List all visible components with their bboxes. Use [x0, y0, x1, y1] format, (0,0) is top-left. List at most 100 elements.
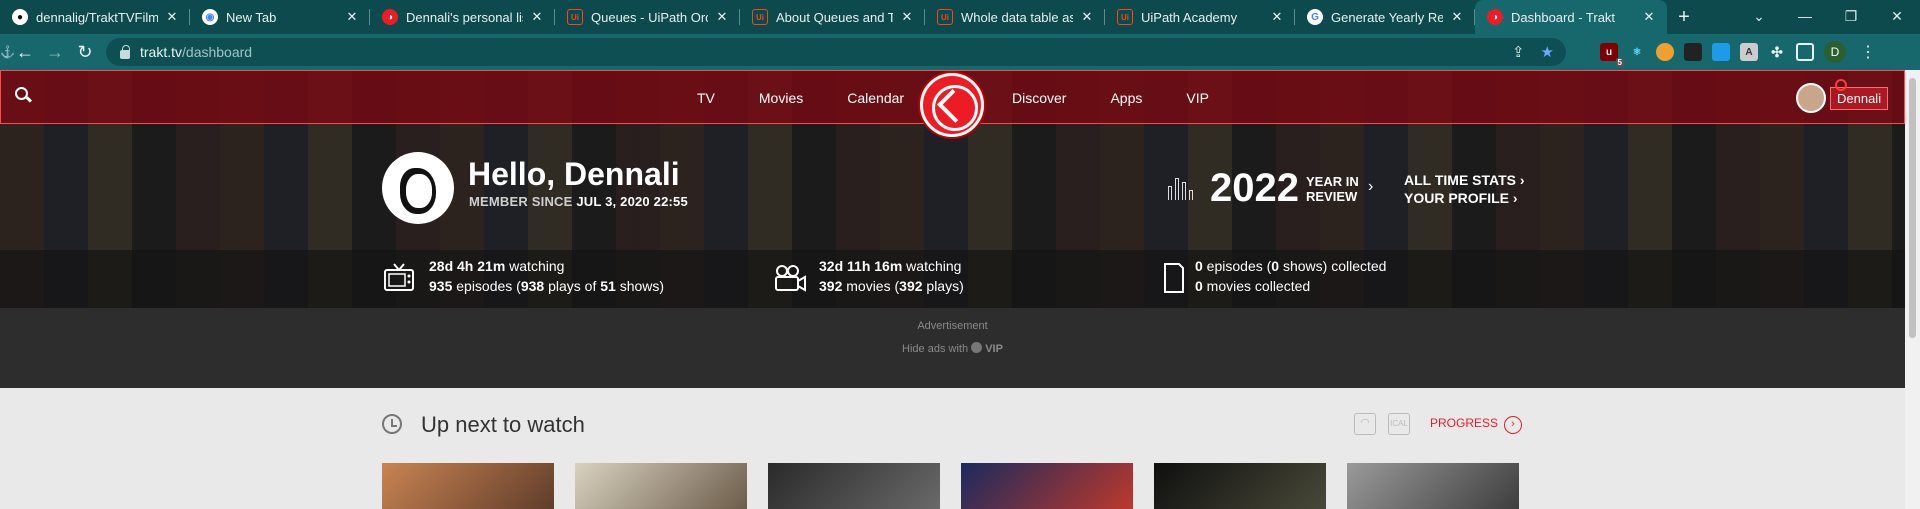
tv-show-count: 51 — [600, 278, 616, 294]
year-in-review-year[interactable]: 2022 — [1210, 166, 1299, 211]
profile-avatar-large[interactable] — [382, 152, 454, 224]
trakt-top-nav: TV Movies Calendar Discover Apps VIP Den… — [0, 70, 1905, 137]
nav-movies[interactable]: Movies — [759, 90, 803, 106]
nav-apps[interactable]: Apps — [1110, 90, 1142, 106]
extension-blue-icon[interactable] — [1712, 43, 1730, 61]
search-icon[interactable] — [15, 87, 28, 100]
tab-title: New Tab — [226, 9, 277, 25]
nav-vip[interactable]: VIP — [1186, 90, 1209, 106]
poster-card[interactable] — [1154, 463, 1326, 509]
ext-badge: 5 — [1615, 58, 1624, 67]
new-tab-button[interactable]: + — [1667, 0, 1701, 34]
restore-icon[interactable]: ❐ — [1828, 0, 1874, 34]
chrome-icon: ◉ — [202, 9, 218, 25]
tab-new-tab[interactable]: ◉ New Tab ✕ — [190, 0, 370, 34]
close-icon[interactable]: ✕ — [1641, 9, 1657, 25]
tab-search-icon[interactable]: ⌄ — [1736, 0, 1782, 34]
poster-card[interactable] — [575, 463, 747, 509]
member-since-label: MEMBER SINCE — [469, 194, 573, 209]
share-icon[interactable]: ⇪ — [1512, 43, 1525, 61]
movie-watch-time: 32d 11h 16m — [819, 258, 903, 274]
ical-icon[interactable]: ICAL — [1388, 413, 1410, 435]
forward-icon[interactable]: → — [40, 42, 70, 63]
tab-title: About Queues and Tra — [776, 9, 893, 25]
movie-camera-icon — [775, 265, 806, 292]
collected-movies: 0 — [1195, 278, 1203, 294]
close-icon[interactable]: ✕ — [1449, 9, 1465, 25]
reload-icon[interactable]: ↻ — [70, 42, 100, 63]
extension-orange-icon[interactable] — [1656, 43, 1674, 61]
browser-toolbar: ⚓ ← → ↻ trakt.tv/dashboard ⇪ ★ u5 ⚛ A ✣ … — [0, 34, 1920, 70]
up-next-posters — [382, 463, 1519, 509]
side-panel-icon[interactable] — [1796, 43, 1814, 61]
bar-chart-icon — [1168, 174, 1194, 200]
page-viewport: TV Movies Calendar Discover Apps VIP Den… — [0, 70, 1905, 509]
tv-icon — [384, 263, 414, 291]
poster-card[interactable] — [382, 463, 554, 509]
extension-hat-icon[interactable] — [1684, 43, 1702, 61]
tv-play-count: 938 — [520, 278, 545, 294]
uipath-icon: Ui — [752, 9, 768, 25]
tab-dashboard-trakt[interactable]: ◑ Dashboard - Trakt ✕ — [1475, 0, 1667, 34]
extensions-puzzle-icon[interactable]: ✣ — [1768, 43, 1786, 61]
tab-title: Dashboard - Trakt — [1511, 9, 1616, 25]
tab-uipath-academy[interactable]: Ui UiPath Academy ✕ — [1105, 0, 1295, 34]
bookmark-star-icon[interactable]: ★ — [1541, 43, 1554, 61]
close-icon[interactable]: ✕ — [714, 9, 730, 25]
page-scrollbar[interactable] — [1905, 70, 1920, 509]
poster-card[interactable] — [1347, 463, 1519, 509]
dashboard-hero: TV Movies Calendar Discover Apps VIP Den… — [0, 70, 1905, 308]
google-icon: G — [1307, 9, 1323, 25]
history-clock-icon — [382, 414, 402, 434]
close-icon[interactable]: ✕ — [899, 9, 915, 25]
close-icon[interactable]: ✕ — [1269, 9, 1285, 25]
extension-grey-icon[interactable]: A — [1740, 43, 1758, 61]
chevron-right-icon: › — [1368, 178, 1374, 195]
url-host: trakt.tv — [140, 44, 183, 60]
uipath-icon: Ui — [567, 9, 583, 25]
scrollbar-thumb[interactable] — [1909, 78, 1916, 338]
window-close-icon[interactable]: ✕ — [1874, 0, 1920, 34]
back-icon[interactable]: ← — [10, 42, 40, 63]
nav-discover[interactable]: Discover — [1012, 90, 1066, 106]
tab-title: Whole data table as si — [961, 9, 1073, 25]
poster-card[interactable] — [768, 463, 940, 509]
nav-tv[interactable]: TV — [697, 90, 715, 106]
year-in-review-link[interactable]: YEAR IN REVIEW — [1306, 174, 1359, 204]
greeting: Hello, Dennali — [468, 156, 680, 192]
ublock-icon[interactable]: u5 — [1600, 43, 1624, 67]
collected-episodes: 0 — [1195, 258, 1203, 274]
nav-calendar[interactable]: Calendar — [847, 90, 904, 106]
user-avatar[interactable] — [1796, 83, 1826, 113]
tab-github[interactable]: ● dennalig/TraktTVFilmF ✕ — [0, 0, 190, 34]
tab-personal-list[interactable]: ◑ Dennali's personal list ✕ — [370, 0, 555, 34]
poster-card[interactable] — [961, 463, 1133, 509]
tab-yearly-report[interactable]: G Generate Yearly Repor ✕ — [1295, 0, 1475, 34]
minimize-icon[interactable]: — — [1782, 0, 1828, 34]
browser-tab-bar: ● dennalig/TraktTVFilmF ✕ ◉ New Tab ✕ ◑ … — [0, 0, 1920, 34]
profile-avatar[interactable]: D — [1824, 41, 1846, 63]
rss-icon[interactable]: ◠ — [1354, 413, 1376, 435]
tab-title: dennalig/TraktTVFilmF — [36, 9, 158, 25]
window-controls: ⌄ — ❐ ✕ — [1736, 0, 1920, 34]
address-bar[interactable]: trakt.tv/dashboard ⇪ ★ — [106, 38, 1566, 66]
tab-data-table[interactable]: Ui Whole data table as si ✕ — [925, 0, 1105, 34]
progress-link[interactable]: PROGRESS › — [1430, 416, 1523, 434]
menu-icon[interactable]: ⋮ — [1860, 42, 1876, 62]
tv-stats: 28d 4h 21m watching 935 episodes (938 pl… — [429, 258, 665, 294]
advertisement-label: Advertisement — [917, 320, 988, 332]
movie-play-count: 392 — [899, 278, 923, 294]
close-icon[interactable]: ✕ — [1079, 9, 1095, 25]
close-icon[interactable]: ✕ — [164, 9, 180, 25]
your-profile-link[interactable]: YOUR PROFILE › — [1404, 189, 1525, 207]
tab-about-queues[interactable]: Ui About Queues and Tra ✕ — [740, 0, 925, 34]
lock-icon[interactable] — [120, 44, 130, 59]
all-time-stats-link[interactable]: ALL TIME STATS › — [1404, 171, 1525, 189]
hide-ads-link[interactable]: Hide ads with VIP — [0, 342, 1905, 355]
uipath-icon: Ui — [1117, 9, 1133, 25]
trakt-logo[interactable] — [920, 73, 984, 137]
tab-queues[interactable]: Ui Queues - UiPath Orche ✕ — [555, 0, 740, 34]
close-icon[interactable]: ✕ — [344, 9, 360, 25]
close-icon[interactable]: ✕ — [529, 9, 545, 25]
react-devtools-icon[interactable]: ⚛ — [1628, 43, 1646, 61]
